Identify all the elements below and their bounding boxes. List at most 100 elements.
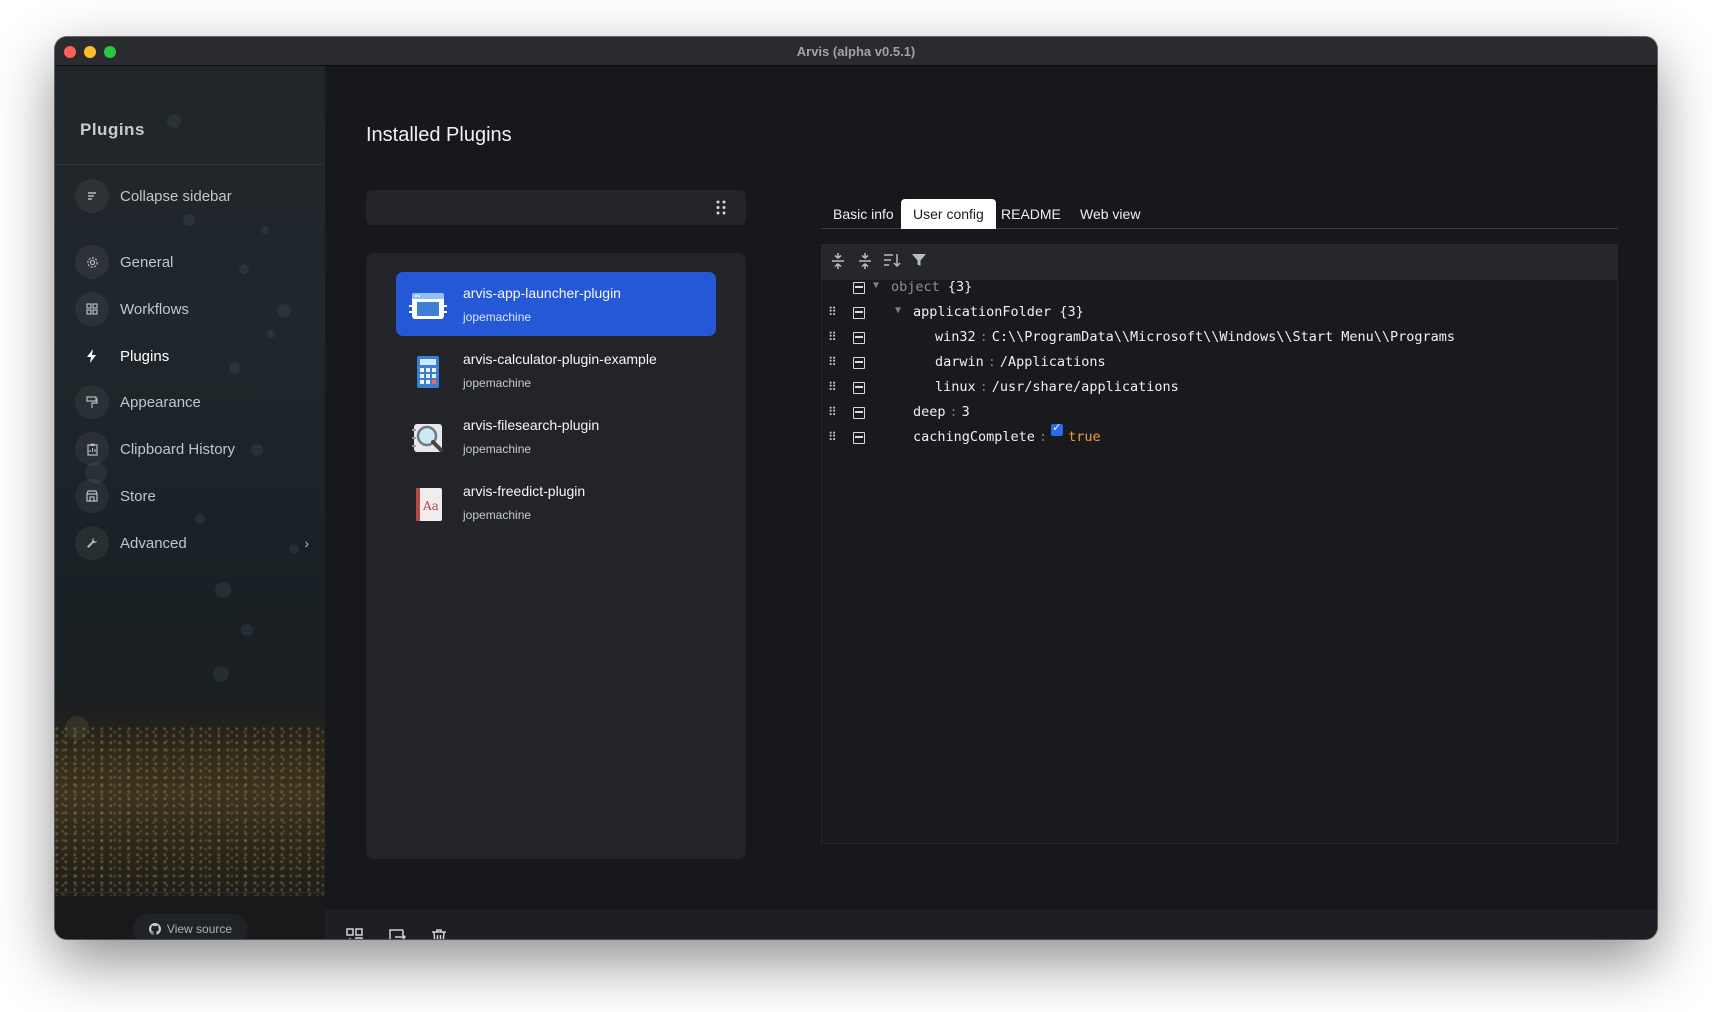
json-key: win32: C:\\ProgramData\\Microsoft\\Window… [935,329,1455,345]
sidebar-item-general[interactable]: General [75,244,315,280]
plugin-name: arvis-filesearch-plugin [463,417,600,433]
json-colon: : [1038,429,1048,445]
sidebar-divider [55,164,325,165]
filter-icon[interactable] [908,252,930,274]
boolean-checkbox[interactable] [1051,421,1064,436]
json-key: linux:/usr/share/applications [935,379,1179,395]
context-menu-button[interactable] [853,357,865,369]
chevron-right-icon: › [304,535,309,551]
sidebar-item-workflows[interactable]: Workflows [75,291,315,327]
json-row-darwin: ⠿ darwin:/Applications [822,351,1617,378]
json-key-text: applicationFolder [913,304,1052,320]
expand-toggle-icon[interactable]: ▼ [895,305,901,316]
drag-handle-icon[interactable]: ⠿ [828,305,837,319]
plugin-list-item[interactable]: arvis-filesearch-plugin jopemachine [396,404,716,468]
json-key: darwin:/Applications [935,354,1106,370]
context-menu-button[interactable] [853,382,865,394]
plugin-author: jopemachine [463,376,532,390]
context-menu-button[interactable] [853,432,865,444]
main-panel: Installed Plugins arvis-app-launcher-plu… [325,66,1657,939]
collapse-all-icon[interactable] [854,252,876,274]
view-source-button[interactable]: View source [133,914,248,939]
sort-icon[interactable] [881,252,903,274]
plugin-list-item[interactable]: arvis-calculator-plugin-example jopemach… [396,338,716,402]
trash-icon[interactable] [429,927,453,939]
json-value[interactable]: 3 [962,404,970,420]
sidebar-item-appearance[interactable]: Appearance [75,384,315,420]
expand-all-icon[interactable] [827,252,849,274]
github-icon [148,923,161,935]
plugin-name: arvis-calculator-plugin-example [463,351,657,367]
json-root-count: {3} [947,279,973,295]
store-icon [75,479,109,513]
sidebar: Plugins Collapse sidebar General Workflo… [55,66,325,939]
sidebar-item-clipboard-history[interactable]: Clipboard History [75,431,315,467]
title-bar: Arvis (alpha v0.5.1) [55,37,1657,66]
plugin-author: jopemachine [463,442,532,456]
drag-handle-icon[interactable]: ⠿ [828,355,837,369]
drag-handle-icon[interactable]: ⠿ [828,380,837,394]
lightning-icon [75,339,109,373]
json-row-application-folder: ⠿ ▼ applicationFolder {3} [822,301,1617,328]
json-editor-toolbar [822,245,1617,280]
collapse-icon [75,179,109,213]
view-source-label: View source [166,922,233,936]
plugin-search-bar[interactable] [366,190,746,225]
tab-basic-info[interactable]: Basic info [821,199,906,229]
bottom-toolbar [325,909,1657,939]
paint-roller-icon [75,385,109,419]
plugin-list-item[interactable]: Aa arvis-freedict-plugin jopemachine [396,470,716,534]
workflow-icon [75,292,109,326]
context-menu-button[interactable] [853,307,865,319]
plugin-author: jopemachine [463,508,532,522]
json-root-key: object [891,279,940,295]
drag-handle-icon[interactable]: ⠿ [828,330,837,344]
tab-readme[interactable]: README [989,199,1073,229]
drag-handle-icon[interactable]: ⠿ [828,430,837,444]
plugin-name: arvis-app-launcher-plugin [463,285,621,301]
sidebar-item-label: Clipboard History [120,440,236,458]
sidebar-item-label: Advanced [120,534,187,552]
file-search-icon [412,424,443,452]
json-key-text: linux [935,379,976,395]
plugin-name: arvis-freedict-plugin [463,483,586,499]
drag-handle-icon[interactable]: ⠿ [828,405,837,419]
sidebar-item-label: General [120,253,174,271]
plugin-list-item[interactable]: arvis-app-launcher-plugin jopemachine [396,272,716,336]
sidebar-background-glitter [55,726,325,896]
json-key-text: cachingComplete [913,429,1035,445]
json-key: cachingComplete: true [913,421,1101,445]
add-plugin-icon[interactable] [345,927,369,939]
json-key-text: darwin [935,354,984,370]
tab-user-config[interactable]: User config [901,199,996,229]
sidebar-item-advanced[interactable]: Advanced › [75,525,315,561]
sidebar-item-collapse[interactable]: Collapse sidebar [75,178,315,214]
json-value[interactable]: C:\\ProgramData\\Microsoft\\Windows\\Sta… [992,329,1455,345]
tab-web-view[interactable]: Web view [1068,199,1152,229]
plugin-author: jopemachine [463,310,532,324]
app-window: Arvis (alpha v0.5.1) Plugins Collapse si… [55,37,1657,939]
sidebar-item-store[interactable]: Store [75,478,315,514]
context-menu-button[interactable] [853,332,865,344]
context-menu-button[interactable] [853,407,865,419]
json-key-text: win32 [935,329,976,345]
open-folder-icon[interactable] [387,927,411,939]
json-key: applicationFolder {3} [913,304,1084,320]
expand-toggle-icon[interactable]: ▼ [873,280,879,291]
app-launcher-icon [409,293,447,319]
drag-handle-icon[interactable] [716,200,726,218]
plugin-list: arvis-app-launcher-plugin jopemachine ar… [366,253,746,859]
sidebar-item-label: Store [120,487,156,505]
json-key: object {3} [891,279,972,295]
sidebar-item-plugins[interactable]: Plugins [75,338,315,374]
json-value[interactable]: /Applications [1000,354,1106,370]
sidebar-title: Plugins [80,120,145,139]
dictionary-icon: Aa [416,488,442,521]
json-value[interactable]: true [1068,429,1101,445]
json-value[interactable]: /usr/share/applications [992,379,1179,395]
context-menu-button[interactable] [853,282,865,294]
sidebar-item-label: Appearance [120,393,201,411]
sidebar-bottom-divider [55,892,325,893]
gear-icon [75,245,109,279]
calculator-icon [417,356,439,388]
